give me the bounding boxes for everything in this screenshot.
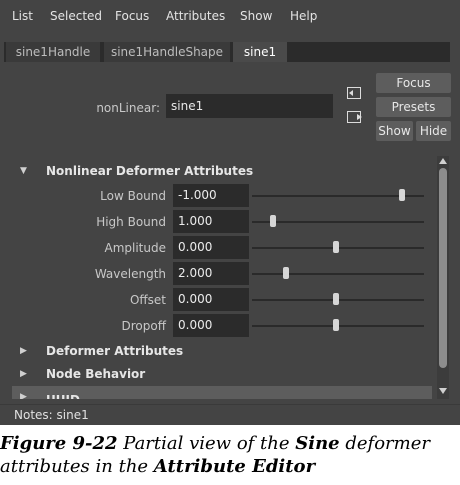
section-title: UUID bbox=[46, 389, 80, 399]
section-uuid[interactable]: ▶ UUID bbox=[12, 386, 432, 399]
node-type-label: nonLinear: bbox=[96, 101, 160, 115]
attribute-label: Amplitude bbox=[104, 241, 167, 255]
scroll-down-icon[interactable] bbox=[438, 387, 448, 395]
notes-text: Notes: sine1 bbox=[14, 408, 89, 422]
slider-track[interactable] bbox=[252, 221, 424, 223]
attribute-value-field[interactable]: 0.000 bbox=[173, 236, 249, 259]
collapsed-triangle-icon: ▶ bbox=[20, 369, 27, 379]
slider-knob[interactable] bbox=[333, 319, 340, 331]
attribute-value-field[interactable]: 1.000 bbox=[173, 210, 249, 233]
slider-knob[interactable] bbox=[398, 189, 405, 201]
tab-sine1[interactable]: sine1 bbox=[233, 42, 287, 62]
presets-button[interactable]: Presets bbox=[376, 97, 451, 117]
input-output-icon[interactable] bbox=[346, 110, 364, 130]
collapsed-triangle-icon: ▶ bbox=[20, 346, 27, 356]
slider-knob[interactable] bbox=[333, 241, 340, 253]
menu-attributes[interactable]: Attributes bbox=[166, 9, 225, 23]
notes-bar[interactable]: Notes: sine1 bbox=[0, 404, 460, 425]
attribute-value-field[interactable]: 0.000 bbox=[173, 314, 249, 337]
attribute-value-field[interactable]: 0.000 bbox=[173, 288, 249, 311]
hide-button[interactable]: Hide bbox=[416, 121, 451, 141]
caption-bold-1: Sine bbox=[295, 433, 340, 454]
attribute-label: Offset bbox=[129, 293, 166, 307]
node-tabs: sine1Handle sine1HandleShape sine1 bbox=[4, 42, 450, 62]
figure-number: Figure 9-22 bbox=[0, 433, 118, 454]
menu-bar: List Selected Focus Attributes Show Help bbox=[0, 0, 460, 32]
collapsed-triangle-icon: ▶ bbox=[20, 392, 27, 399]
menu-focus[interactable]: Focus bbox=[115, 9, 149, 23]
menu-list[interactable]: List bbox=[12, 9, 33, 23]
attribute-label: High Bound bbox=[96, 215, 166, 229]
slider-knob[interactable] bbox=[283, 267, 290, 279]
tab-sine1handleshape[interactable]: sine1HandleShape bbox=[104, 42, 230, 62]
tab-sine1handle[interactable]: sine1Handle bbox=[6, 42, 100, 62]
figure-caption: Figure 9-22 Partial view of the Sine def… bbox=[0, 432, 460, 478]
section-title: Deformer Attributes bbox=[46, 344, 184, 358]
slider-knob[interactable] bbox=[269, 215, 276, 227]
slider-track[interactable] bbox=[252, 273, 424, 275]
slider-knob[interactable] bbox=[333, 293, 340, 305]
node-name-field[interactable]: sine1 bbox=[166, 94, 333, 118]
select-node-icon[interactable] bbox=[346, 86, 364, 106]
scroll-up-icon[interactable] bbox=[438, 157, 448, 165]
attribute-label: Low Bound bbox=[100, 189, 166, 203]
attribute-label: Dropoff bbox=[121, 319, 166, 333]
attribute-editor: List Selected Focus Attributes Show Help… bbox=[0, 0, 460, 425]
attribute-value-field[interactable]: -1.000 bbox=[173, 184, 249, 207]
caption-text-1: Partial view of the bbox=[117, 433, 296, 454]
show-button[interactable]: Show bbox=[376, 121, 413, 141]
menu-show[interactable]: Show bbox=[240, 9, 272, 23]
expanded-triangle-icon: ▼ bbox=[20, 166, 27, 176]
menu-selected[interactable]: Selected bbox=[50, 9, 102, 23]
attribute-label: Wavelength bbox=[94, 267, 166, 281]
attribute-value-field[interactable]: 2.000 bbox=[173, 262, 249, 285]
section-title: Node Behavior bbox=[46, 367, 146, 381]
scroll-thumb[interactable] bbox=[439, 168, 447, 368]
section-title: Nonlinear Deformer Attributes bbox=[46, 164, 254, 178]
vertical-scrollbar[interactable] bbox=[437, 156, 449, 399]
focus-button[interactable]: Focus bbox=[376, 73, 451, 93]
caption-bold-2: Attribute Editor bbox=[153, 456, 316, 477]
menu-help[interactable]: Help bbox=[290, 9, 317, 23]
